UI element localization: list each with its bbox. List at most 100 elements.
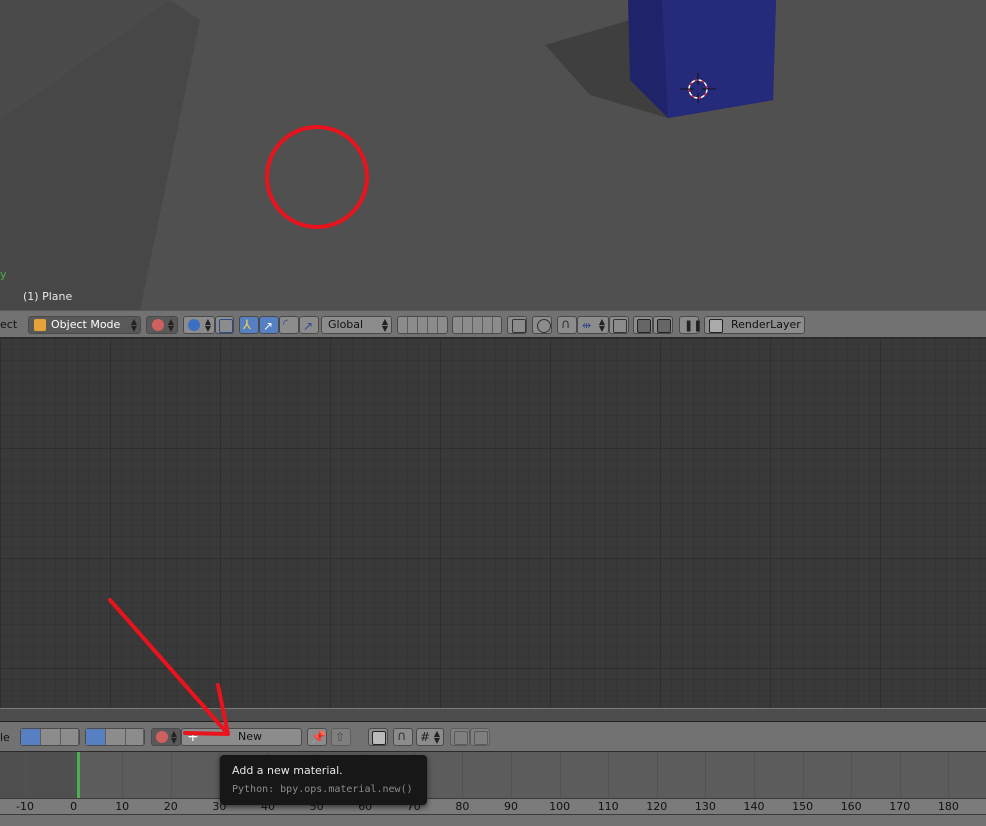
material-browse-select[interactable]: ▲ ▼ <box>151 728 181 746</box>
copy-nodes-button[interactable] <box>450 728 470 746</box>
pin-button[interactable]: 📌 <box>307 728 327 746</box>
node-editor-canvas[interactable] <box>0 338 986 708</box>
timeline-tick <box>900 752 901 798</box>
layer-lock-icon <box>512 319 526 333</box>
layers-group-1[interactable] <box>397 316 448 334</box>
tooltip-python: Python: bpy.ops.material.new() <box>232 784 413 795</box>
material-sphere-icon <box>156 731 168 743</box>
timeline-tick <box>462 752 463 798</box>
3d-view-header: ect Object Mode ▲ ▼ ▲ ▼ ▲ ▼ ⅄ ↗ ◜ ↗ Global … <box>0 310 986 338</box>
ruler-label: 20 <box>163 800 178 813</box>
ruler-label: 120 <box>646 800 668 813</box>
node-editor-header: le ▲ ▼ + New 📌 ⇧ ∩ # ▲ ▼ <box>0 722 986 752</box>
timeline-tick <box>25 752 26 798</box>
magnet-icon: ∩ <box>397 729 407 744</box>
dropdown-arrows-icon: ▲ ▼ <box>381 317 388 333</box>
ruler-label: 140 <box>743 800 765 813</box>
node-menu[interactable]: le <box>0 731 10 744</box>
shader-nodes-icon[interactable] <box>21 729 41 745</box>
render-layer-select[interactable]: RenderLayer <box>704 316 805 334</box>
transform-orientation-select[interactable]: Global ▲ ▼ <box>321 316 392 334</box>
timeline-tick <box>754 752 755 798</box>
ruler-label: 180 <box>937 800 959 813</box>
proportional-edit-button[interactable] <box>532 316 552 334</box>
manipulate-center-button[interactable] <box>215 316 234 334</box>
dropdown-arrows-icon: ▲ ▼ <box>433 729 440 745</box>
pause-button[interactable]: ❚❚ <box>679 316 703 334</box>
compositing-nodes-icon[interactable] <box>41 729 61 745</box>
timeline-area[interactable] <box>0 752 986 798</box>
world-shader-icon[interactable] <box>106 729 126 745</box>
timeline-tick <box>705 752 706 798</box>
timeline-tick <box>74 752 75 798</box>
translate-arrow-icon: ↗ <box>263 319 274 333</box>
lock-camera-button[interactable] <box>507 316 527 334</box>
snap-target-button[interactable] <box>609 316 629 334</box>
dropdown-arrows-icon: ▲ ▼ <box>167 317 174 333</box>
ruler-label: 10 <box>115 800 130 813</box>
snap-toggle[interactable]: ∩ <box>557 316 577 334</box>
dropdown-arrows-icon: ▲ ▼ <box>170 729 177 745</box>
backdrop-button[interactable] <box>368 728 388 746</box>
pause-icon: ❚❚ <box>684 319 703 332</box>
new-material-button[interactable]: + New <box>181 728 302 746</box>
tooltip-title: Add a new material. <box>232 764 343 777</box>
parent-tree-button[interactable]: ⇧ <box>331 728 351 746</box>
timeline-tick <box>560 752 561 798</box>
ruler-label: 100 <box>549 800 571 813</box>
axis-indicator: y <box>0 268 7 281</box>
node-snap-element-select[interactable]: # ▲ ▼ <box>416 728 444 746</box>
object-menu[interactable]: ect <box>0 318 17 331</box>
render-animation-button[interactable] <box>653 316 673 334</box>
rotate-manipulator-button[interactable]: ◜ <box>279 316 299 334</box>
current-frame-marker[interactable] <box>77 752 80 798</box>
dropdown-arrows-icon: ▲ ▼ <box>598 317 605 333</box>
ruler-label: 160 <box>840 800 862 813</box>
manipulator-icon: ⅄ <box>243 318 251 333</box>
timeline-tick <box>657 752 658 798</box>
shading-sphere-icon <box>152 319 164 331</box>
layers-group-2[interactable] <box>452 316 502 334</box>
pivot-icon <box>188 319 200 331</box>
timeline-tick <box>803 752 804 798</box>
plus-icon: + <box>187 729 199 745</box>
line-style-icon[interactable] <box>126 729 144 745</box>
dropdown-arrows-icon: ▲ ▼ <box>204 317 211 333</box>
go-up-icon: ⇧ <box>335 730 346 744</box>
object-info-label: (1) Plane <box>23 290 73 303</box>
magnet-icon: ∩ <box>561 317 571 332</box>
ruler-label: 0 <box>70 800 78 813</box>
node-snap-toggle[interactable]: ∩ <box>393 728 413 746</box>
ruler-label: 80 <box>455 800 470 813</box>
timeline-tick <box>511 752 512 798</box>
translate-manipulator-button[interactable]: ↗ <box>259 316 279 334</box>
viewport-shading-select[interactable]: ▲ ▼ <box>146 316 178 334</box>
camera-icon <box>637 319 651 333</box>
ruler-label: 110 <box>597 800 619 813</box>
scale-icon: ↗ <box>303 319 314 333</box>
snap-target-icon <box>613 319 627 333</box>
ruler-label: 90 <box>504 800 518 813</box>
object-shader-icon[interactable] <box>86 729 106 745</box>
ruler-label: 170 <box>889 800 911 813</box>
paste-nodes-button[interactable] <box>470 728 490 746</box>
timeline-header <box>0 814 986 826</box>
ruler-label: 130 <box>694 800 716 813</box>
snap-element-select[interactable]: ⇹ ▲ ▼ <box>577 316 609 334</box>
render-opengl-button[interactable] <box>633 316 653 334</box>
shader-type-group[interactable] <box>20 728 80 746</box>
rotate-icon: ◜ <box>283 317 289 332</box>
transform-manipulator-toggle[interactable]: ⅄ <box>239 316 259 334</box>
pivot-point-select[interactable]: ▲ ▼ <box>183 316 215 334</box>
clapperboard-icon <box>657 319 671 333</box>
area-splitter[interactable] <box>0 708 986 722</box>
3d-viewport[interactable]: y (1) Plane <box>0 0 986 310</box>
render-layer-icon <box>709 319 723 333</box>
snap-increment-icon: ⇹ <box>582 319 592 332</box>
scale-manipulator-button[interactable]: ↗ <box>299 316 319 334</box>
shader-object-group[interactable] <box>85 728 145 746</box>
timeline-tick <box>122 752 123 798</box>
texture-nodes-icon[interactable] <box>61 729 79 745</box>
pin-icon: 📌 <box>311 730 326 744</box>
mode-select[interactable]: Object Mode ▲ ▼ <box>28 316 141 334</box>
